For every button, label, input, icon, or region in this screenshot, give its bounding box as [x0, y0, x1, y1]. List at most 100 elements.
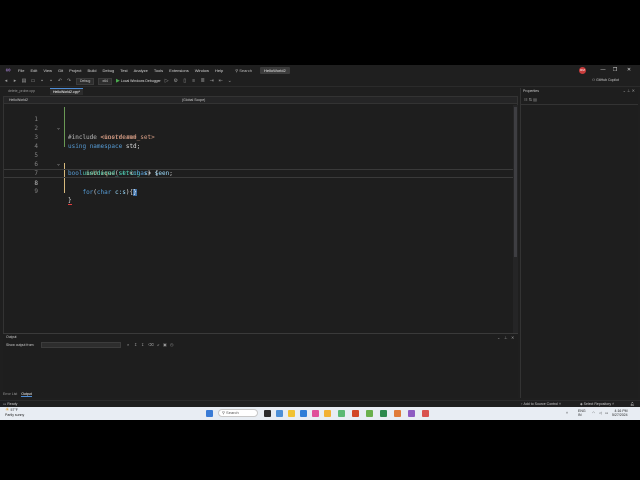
menu-help[interactable]: Help [215, 68, 223, 73]
scope-dropdown[interactable]: (Global Scope) [180, 98, 207, 103]
back-icon[interactable]: ◂ [3, 78, 9, 84]
run-debugger-button[interactable]: ▶Local Windows Debugger [116, 78, 161, 84]
wifi-icon[interactable]: ◠ [592, 411, 595, 415]
clock-icon[interactable]: ◷ [170, 342, 174, 347]
avatar[interactable]: RM [579, 67, 586, 74]
visual-studio-logo-icon: ∞ [5, 66, 11, 74]
code-line: 2 #include <unordered_set> [4, 115, 514, 141]
configuration-dropdown[interactable]: Debug [76, 77, 95, 85]
outdent-icon[interactable]: ⇤ [218, 78, 224, 84]
search-label: Search [239, 68, 252, 73]
powerpoint-icon[interactable] [352, 410, 359, 417]
close-pane-icon[interactable]: ✕ [632, 88, 635, 93]
uncomment-icon[interactable]: ≣ [200, 78, 206, 84]
toolbar: ◂ ▸ ▤ ▭ ▪ ▪ ↶ ↷ Debug x64 ▶Local Windows… [0, 76, 640, 87]
forward-icon[interactable]: ▸ [12, 78, 18, 84]
run-label: Local Windows Debugger [120, 79, 161, 83]
solution-name-badge: HelloWorld2 [259, 67, 290, 74]
pin-icon[interactable]: ⊥ [504, 335, 507, 340]
chrome-icon[interactable] [324, 410, 331, 417]
menu-project[interactable]: Project [69, 68, 81, 73]
run-without-debug-icon[interactable]: ▷ [164, 78, 170, 84]
project-dropdown[interactable]: HelloWorld2 [7, 98, 30, 103]
edge-icon[interactable] [300, 410, 307, 417]
visual-studio-icon[interactable] [408, 410, 415, 417]
previous-icon[interactable]: ↥ [134, 342, 137, 347]
file-explorer-icon[interactable] [288, 410, 295, 417]
bookmark-icon[interactable]: ▯ [182, 78, 188, 84]
repository-label: Select Repository [583, 402, 612, 406]
task-view-icon[interactable] [264, 410, 271, 417]
clear-icon[interactable]: ⌫ [148, 342, 154, 347]
menu-build[interactable]: Build [88, 68, 97, 73]
global-search[interactable]: ⚲ Search [235, 68, 252, 73]
menu-tools[interactable]: Tools [154, 68, 163, 73]
code-line: 1 ⌄ #include <iostream> [4, 106, 514, 141]
minimize-button[interactable]: — [598, 66, 608, 75]
word-wrap-icon[interactable]: ⤶ [157, 342, 159, 347]
app-icon[interactable] [394, 410, 401, 417]
code-line: 7 [4, 160, 514, 177]
menu-test[interactable]: Test [120, 68, 127, 73]
tray-chevron-icon[interactable]: ˄ [566, 411, 568, 415]
github-copilot-button[interactable]: ⚇ GitHub Copilot [592, 78, 619, 82]
taskbar-search[interactable]: ⚲ Search [218, 409, 258, 417]
status-ready-label: Ready [7, 402, 18, 406]
system-clock[interactable]: 4:16 PM 5/27/2024 [612, 409, 628, 417]
scrollbar-thumb[interactable] [514, 107, 517, 257]
next-icon[interactable]: ↧ [141, 342, 144, 347]
widgets-icon[interactable] [276, 410, 283, 417]
tab-helloworld2-cpp[interactable]: HelloWorld2.cpp* [50, 88, 83, 95]
maximize-button[interactable]: ❐ [610, 66, 620, 75]
redo-icon[interactable]: ↷ [66, 78, 72, 84]
close-pane-icon[interactable]: ✕ [511, 335, 514, 340]
comment-icon[interactable]: ≡ [191, 78, 197, 84]
battery-icon[interactable]: ▭ [605, 411, 608, 415]
indent-icon[interactable]: ⇥ [209, 78, 215, 84]
menu-analyze[interactable]: Analyze [134, 68, 148, 73]
menu-view[interactable]: View [43, 68, 52, 73]
language-indicator[interactable]: ENG IN [578, 409, 586, 417]
attach-icon[interactable]: ⚙ [173, 78, 179, 84]
windows-start-icon[interactable] [206, 410, 213, 417]
app-icon[interactable] [366, 410, 373, 417]
output-pane: Output ⌄ ⊥ ✕ Show output from: ⌕ ↥ ↧ ⌫ ⤶… [3, 333, 518, 398]
undo-icon[interactable]: ↶ [57, 78, 63, 84]
toolbar-overflow-icon[interactable]: ⌄ [227, 78, 233, 84]
app-icon[interactable] [338, 410, 345, 417]
region-label: IN [578, 413, 582, 417]
save-all-icon[interactable]: ▪ [48, 78, 54, 84]
find-icon[interactable]: ⌕ [127, 342, 129, 347]
menu-debug[interactable]: Debug [102, 68, 114, 73]
document-tabs: delete_probe.cpp HelloWorld2.cpp* [0, 88, 518, 95]
toggle-icon[interactable]: ▣ [163, 342, 167, 347]
vertical-scrollbar[interactable] [513, 105, 518, 357]
weather-widget[interactable]: ☀ 57°F Partly sunny [5, 408, 24, 418]
menu-edit[interactable]: Edit [30, 68, 37, 73]
menu-file[interactable]: File [18, 68, 24, 73]
clock-date: 5/27/2024 [612, 413, 628, 417]
tab-output[interactable]: Output [21, 392, 32, 397]
save-icon[interactable]: ▪ [39, 78, 45, 84]
volume-icon[interactable]: ◁ [599, 411, 602, 415]
bottom-tabs: Error List Output [3, 391, 36, 397]
close-button[interactable]: ✕ [624, 66, 634, 75]
platform-dropdown[interactable]: x64 [98, 77, 112, 85]
output-source-dropdown[interactable] [41, 342, 121, 348]
excel-icon[interactable] [380, 410, 387, 417]
store-icon[interactable] [312, 410, 319, 417]
app-icon[interactable] [422, 410, 429, 417]
line-number: 9 [34, 188, 38, 195]
tab-error-list[interactable]: Error List [3, 392, 17, 396]
tab-delete-probe[interactable]: delete_probe.cpp [5, 88, 38, 95]
menu-git[interactable]: Git [58, 68, 63, 73]
menu-window[interactable]: Window [195, 68, 209, 73]
open-folder-icon[interactable]: ▭ [30, 78, 36, 84]
new-item-icon[interactable]: ▤ [21, 78, 27, 84]
code-area[interactable]: 1 ⌄ #include <iostream> 2 #include <unor… [4, 105, 514, 355]
play-icon: ▶ [115, 78, 120, 84]
pane-menu-icon[interactable]: ⌄ [497, 335, 500, 340]
menu-extensions[interactable]: Extensions [169, 68, 189, 73]
properties-pane: Properties ⌄ ⊥ ✕ ☷ ⇅ ▤ [520, 88, 638, 398]
property-pages-icon[interactable]: ▤ [533, 97, 537, 102]
